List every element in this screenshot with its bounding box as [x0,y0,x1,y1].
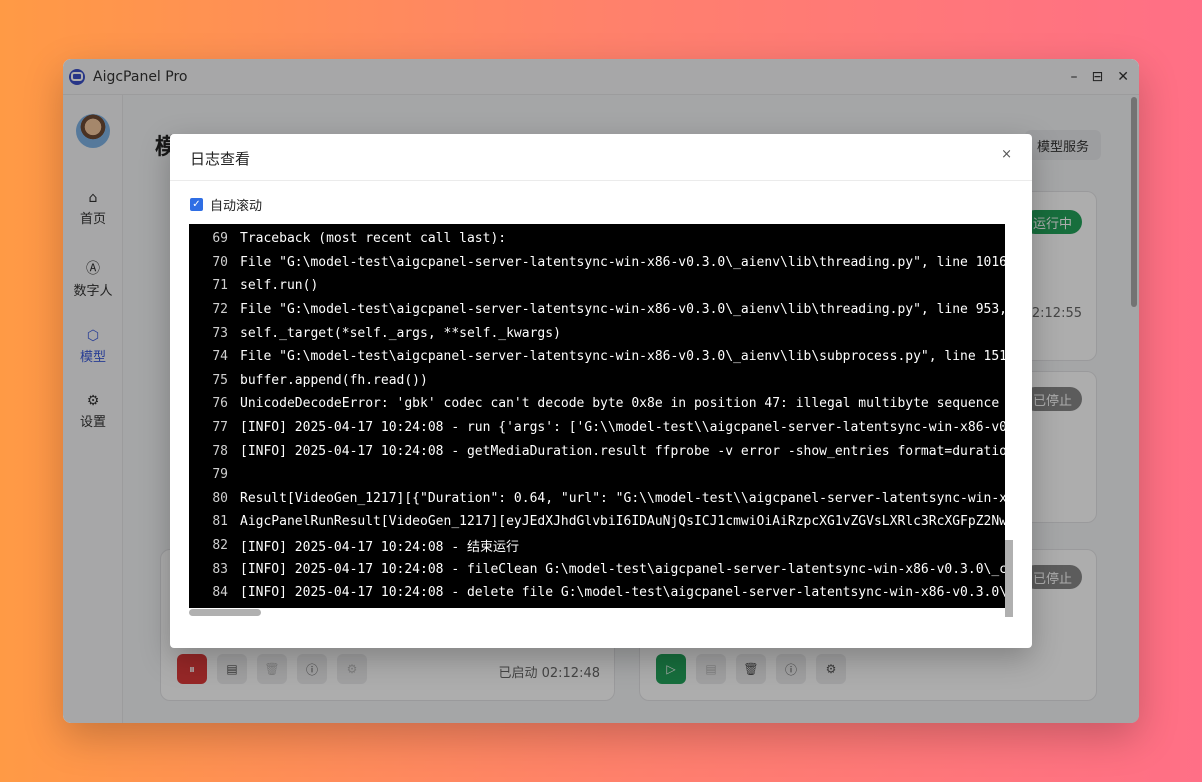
log-line-number: 73 [212,325,228,341]
log-line: 83 [INFO] 2025-04-17 10:24:08 - fileClean… [189,557,1005,581]
log-line-text: [INFO] 2025-04-17 10:24:08 - fileClean G… [240,561,1005,577]
horizontal-scrollbar[interactable] [189,608,1005,617]
log-line-number: 83 [212,561,228,577]
log-line-text: AigcPanelRunResult[VideoGen_1217][eyJEdX… [240,514,1005,530]
log-line-number: 74 [212,349,228,365]
log-line-number: 75 [212,372,228,388]
log-line-text: [INFO] 2025-04-17 10:24:08 - 结束运行 [240,540,519,556]
log-line: 79 [189,463,240,487]
log-line-text: [INFO] 2025-04-17 10:24:08 - getMediaDur… [240,443,1005,459]
log-line-number: 84 [212,585,228,601]
log-line-number: 79 [212,467,228,483]
dialog-header: 日志查看 × [170,134,1032,181]
log-line-number: 69 [212,231,228,247]
log-line: 75 buffer.append(fh.read()) [189,369,428,393]
vertical-scrollbar-thumb[interactable] [1005,540,1013,617]
log-line-text: self.run() [240,278,319,294]
log-line-text: buffer.append(fh.read()) [240,372,428,388]
log-line: 72 File "G:\model-test\aigcpanel-server-l… [189,298,1005,322]
log-line-number: 72 [212,302,228,318]
log-line: 69 Traceback (most recent call last): [189,227,506,251]
log-line: 71 self.run() [189,274,318,298]
log-line-text: [INFO] 2025-04-17 10:24:08 - run {'args'… [240,420,1005,436]
log-line: 76 UnicodeDecodeError: 'gbk' codec can't … [189,392,999,416]
log-line-number: 82 [212,538,228,554]
log-line-number: 78 [212,443,228,459]
close-icon[interactable]: × [1001,147,1012,162]
log-line-text: [INFO] 2025-04-17 10:24:08 - delete file… [240,585,1005,601]
log-line: 78 [INFO] 2025-04-17 10:24:08 - getMediaD… [189,439,1005,463]
log-line: 74 File "G:\model-test\aigcpanel-server-l… [189,345,1005,369]
dialog-title: 日志查看 [190,150,251,168]
log-line-number: 76 [212,396,228,412]
log-console[interactable]: 69 Traceback (most recent call last): 70 Fi… [189,224,1005,617]
autoscroll-label: 自动滚动 [210,199,263,214]
log-line-text: Traceback (most recent call last): [240,231,507,247]
vertical-scrollbar[interactable] [1005,224,1013,617]
log-line: 73 self._target(*self._args, **self._kwar… [189,321,561,345]
log-line: 81 AigcPanelRunResult[VideoGen_1217][eyJE… [189,510,1005,534]
log-line-number: 70 [212,254,228,270]
log-line-number: 81 [212,514,228,530]
autoscroll-toggle[interactable]: ✓ 自动滚动 [190,195,262,214]
horizontal-scrollbar-thumb[interactable] [189,609,261,616]
log-line: 82 [INFO] 2025-04-17 10:24:08 - 结束运行 [189,534,519,558]
log-line-text: File "G:\model-test\aigcpanel-server-lat… [240,349,1005,365]
log-line-text: self._target(*self._args, **self._kwargs… [240,325,561,341]
log-viewer-dialog: 日志查看 × ✓ 自动滚动 69 Traceback (most recent c… [170,134,1032,648]
log-line-number: 77 [212,420,228,436]
log-line-text: File "G:\model-test\aigcpanel-server-lat… [240,254,1005,270]
log-line: 77 [INFO] 2025-04-17 10:24:08 - run {'arg… [189,416,1005,440]
log-line: 70 File "G:\model-test\aigcpanel-server-l… [189,251,1005,275]
log-line-text: UnicodeDecodeError: 'gbk' codec can't de… [240,396,1000,412]
log-line-number: 71 [212,278,228,294]
log-line-number: 80 [212,490,228,506]
autoscroll-checkbox[interactable]: ✓ [190,198,203,211]
log-line: 84 [INFO] 2025-04-17 10:24:08 - delete fi… [189,581,1005,605]
log-line: 80 Result[VideoGen_1217][{"Duration": 0.6… [189,487,1005,511]
log-line-text: Result[VideoGen_1217][{"Duration": 0.64,… [240,490,1005,506]
log-line-text: File "G:\model-test\aigcpanel-server-lat… [240,302,1005,318]
